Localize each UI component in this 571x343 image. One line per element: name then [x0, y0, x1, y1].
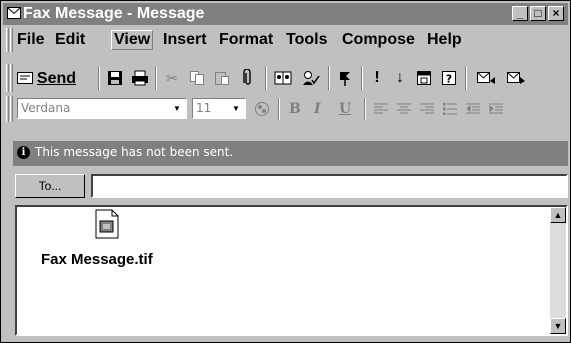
- bullets-icon[interactable]: [440, 98, 460, 120]
- tif-file-icon[interactable]: [95, 209, 119, 239]
- send-button[interactable]: Send: [17, 67, 93, 89]
- menu-file[interactable]: File: [17, 31, 45, 49]
- message-window: Fax Message - Message _ □ × File Edit Vi…: [0, 0, 571, 343]
- menu-tools[interactable]: Tools: [286, 31, 327, 49]
- next-item-icon[interactable]: [503, 67, 529, 89]
- menu-view[interactable]: View: [111, 30, 154, 50]
- separator: [155, 66, 157, 90]
- vertical-scrollbar[interactable]: ▲ ▼: [550, 207, 566, 334]
- menu-grip-2[interactable]: [10, 28, 13, 52]
- menu-help[interactable]: Help: [427, 31, 462, 49]
- standard-toolbar: Send ✂ ! ↓ ?: [3, 63, 568, 93]
- menu-edit[interactable]: Edit: [55, 31, 85, 49]
- svg-text:?: ?: [446, 73, 452, 86]
- menu-bar: File Edit View Insert Format Tools Compo…: [3, 27, 568, 53]
- cut-icon[interactable]: ✂: [161, 67, 183, 89]
- info-bar: i This message has not been sent.: [13, 141, 568, 166]
- address-book-icon[interactable]: [271, 67, 295, 89]
- minimize-button[interactable]: _: [512, 6, 528, 21]
- copy-icon[interactable]: [186, 67, 208, 89]
- save-icon[interactable]: [105, 67, 125, 89]
- flag-icon[interactable]: [334, 67, 356, 89]
- message-body[interactable]: Fax Message.tif ▲ ▼: [15, 205, 568, 336]
- envelope-icon: [7, 7, 21, 19]
- italic-button[interactable]: I: [314, 100, 321, 118]
- formatting-toolbar: Verdana ▼ 11 ▼ B I U: [3, 95, 568, 123]
- menu-insert[interactable]: Insert: [163, 31, 207, 49]
- menu-compose[interactable]: Compose: [342, 31, 415, 49]
- send-icon: [17, 72, 33, 84]
- chevron-down-icon[interactable]: ▼: [229, 101, 243, 116]
- decrease-indent-icon[interactable]: [463, 98, 483, 120]
- send-label: Send: [36, 70, 77, 87]
- help-icon[interactable]: ?: [438, 67, 460, 89]
- font-name-select[interactable]: Verdana ▼: [17, 98, 187, 119]
- bold-button[interactable]: B: [289, 100, 301, 118]
- paste-icon[interactable]: [211, 67, 233, 89]
- toolbar-grip-2[interactable]: [10, 64, 13, 92]
- format-grip[interactable]: [6, 96, 9, 122]
- font-name-value: Verdana: [21, 101, 71, 115]
- separator: [98, 66, 100, 90]
- close-button[interactable]: ×: [548, 6, 564, 21]
- print-icon[interactable]: [129, 67, 151, 89]
- to-field[interactable]: [91, 174, 568, 198]
- style-icon[interactable]: [251, 98, 273, 120]
- align-center-icon[interactable]: [394, 98, 414, 120]
- font-size-select[interactable]: 11 ▼: [192, 98, 246, 119]
- font-size-value: 11: [196, 101, 212, 115]
- scroll-up-icon[interactable]: ▲: [550, 207, 566, 223]
- separator: [364, 98, 366, 120]
- window-title: Fax Message - Message: [23, 5, 205, 22]
- maximize-button[interactable]: □: [530, 6, 546, 21]
- separator: [265, 66, 267, 90]
- previous-item-icon[interactable]: [473, 67, 499, 89]
- menu-format[interactable]: Format: [219, 31, 273, 49]
- title-bar[interactable]: Fax Message - Message _ □ ×: [3, 3, 568, 25]
- info-message: This message has not been sent.: [35, 145, 234, 159]
- increase-indent-icon[interactable]: [486, 98, 506, 120]
- options-icon[interactable]: [413, 67, 435, 89]
- align-right-icon[interactable]: [417, 98, 437, 120]
- chevron-down-icon[interactable]: ▼: [170, 101, 184, 116]
- separator: [465, 66, 467, 90]
- attach-icon[interactable]: [237, 67, 259, 89]
- menu-grip[interactable]: [6, 28, 9, 52]
- info-icon: i: [17, 146, 30, 159]
- separator: [328, 66, 330, 90]
- underline-button[interactable]: U: [339, 100, 351, 118]
- to-button[interactable]: To...: [15, 174, 85, 198]
- format-grip-2[interactable]: [10, 96, 13, 122]
- toolbar-grip[interactable]: [6, 64, 9, 92]
- attachment-name[interactable]: Fax Message.tif: [41, 251, 153, 268]
- check-names-icon[interactable]: [299, 67, 323, 89]
- separator: [278, 98, 280, 120]
- scroll-down-icon[interactable]: ▼: [550, 318, 566, 334]
- high-importance-icon[interactable]: !: [367, 67, 387, 89]
- separator: [361, 66, 363, 90]
- low-importance-icon[interactable]: ↓: [390, 67, 410, 89]
- align-left-icon[interactable]: [371, 98, 391, 120]
